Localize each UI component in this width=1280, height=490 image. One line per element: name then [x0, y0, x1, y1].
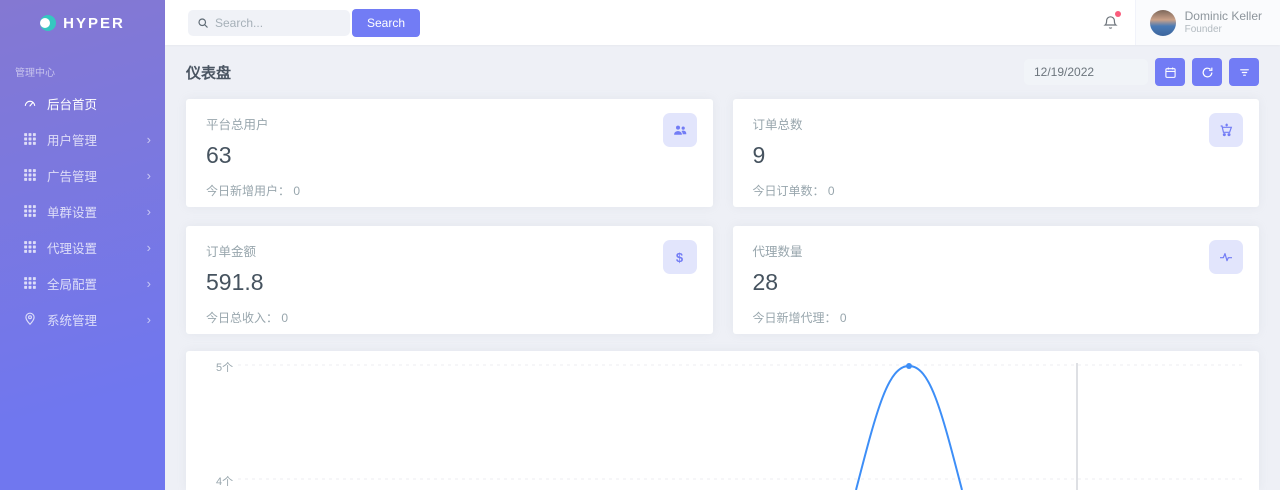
card-title: 平台总用户 — [206, 114, 693, 133]
sidebar-item-user-mgmt[interactable]: 用户管理 › — [0, 121, 165, 157]
page-title: 仪表盘 — [186, 62, 231, 83]
sidebar-item-label: 全局配置 — [47, 274, 97, 293]
filter-button[interactable] — [1229, 58, 1259, 86]
user-role: Founder — [1185, 24, 1262, 37]
refresh-icon — [1201, 66, 1214, 79]
card-title: 订单总数 — [753, 114, 1240, 133]
topbar: Search Dominic Keller Founder — [165, 0, 1280, 45]
calendar-button[interactable] — [1155, 58, 1185, 86]
refresh-button[interactable] — [1192, 58, 1222, 86]
filter-icon — [1238, 66, 1251, 79]
card-footer: 今日订单数： 0 — [753, 182, 1240, 199]
card-footer: 今日新增代理： 0 — [753, 309, 1240, 326]
search-input[interactable] — [215, 16, 341, 30]
logo-text: HYPER — [63, 15, 125, 32]
search-box — [188, 10, 350, 36]
card-foot-value: 0 — [828, 184, 835, 198]
grid-icon — [22, 204, 37, 219]
chevron-right-icon: › — [147, 277, 151, 290]
dollar-icon: $ — [663, 240, 697, 274]
stat-card-total-orders: 订单总数 9 今日订单数： 0 — [733, 99, 1260, 207]
card-title: 代理数量 — [753, 241, 1240, 260]
orders-chart[interactable]: 5个 4个 — [186, 351, 1259, 490]
card-value: 63 — [206, 142, 693, 169]
sidebar-item-label: 后台首页 — [47, 94, 97, 113]
series-line — [856, 366, 962, 490]
card-value: 28 — [753, 269, 1240, 296]
card-foot-value: 0 — [293, 184, 300, 198]
sidebar: HYPER 管理中心 后台首页 用户管理 › 广告管理 › 单群设置 › 代理设… — [0, 0, 165, 490]
grid-icon — [22, 276, 37, 291]
sidebar-item-system-mgmt[interactable]: 系统管理 › — [0, 301, 165, 337]
card-footer: 今日新增用户： 0 — [206, 182, 693, 199]
chevron-right-icon: › — [147, 205, 151, 218]
stat-card-total-users: 平台总用户 63 今日新增用户： 0 — [186, 99, 713, 207]
hyper-logo[interactable]: HYPER — [0, 0, 165, 46]
sidebar-item-label: 系统管理 — [47, 310, 97, 329]
notification-dot — [1115, 11, 1121, 17]
search-button[interactable]: Search — [352, 9, 420, 37]
sidebar-item-group-settings[interactable]: 单群设置 › — [0, 193, 165, 229]
chevron-right-icon: › — [147, 169, 151, 182]
avatar — [1150, 10, 1176, 36]
cart-icon — [1209, 113, 1243, 147]
stat-card-order-amount: 订单金额 591.8 今日总收入： 0 $ — [186, 226, 713, 334]
card-foot-value: 0 — [281, 311, 288, 325]
sidebar-item-label: 用户管理 — [47, 130, 97, 149]
card-value: 9 — [753, 142, 1240, 169]
sidebar-item-agent-settings[interactable]: 代理设置 › — [0, 229, 165, 265]
sidebar-item-label: 单群设置 — [47, 202, 97, 221]
chevron-right-icon: › — [147, 133, 151, 146]
calendar-icon — [1164, 66, 1177, 79]
pin-icon — [22, 312, 37, 327]
gauge-icon — [22, 96, 37, 111]
activity-icon — [1209, 240, 1243, 274]
card-foot-value: 0 — [840, 311, 847, 325]
sidebar-section-label: 管理中心 — [0, 46, 165, 85]
card-footer: 今日总收入： 0 — [206, 309, 693, 326]
grid-icon — [22, 168, 37, 183]
chart-canvas — [186, 351, 1259, 490]
user-name: Dominic Keller — [1185, 9, 1262, 24]
card-value: 591.8 — [206, 269, 693, 296]
sidebar-item-label: 广告管理 — [47, 166, 97, 185]
main-content: 仪表盘 平台总用户 63 今日新增用户： 0 订单总数 9 今日 — [165, 45, 1280, 490]
notifications-button[interactable] — [1087, 0, 1135, 45]
logo-icon — [40, 15, 56, 31]
grid-icon — [22, 240, 37, 255]
peak-marker — [906, 363, 912, 369]
card-title: 订单金额 — [206, 241, 693, 260]
user-profile[interactable]: Dominic Keller Founder — [1135, 0, 1280, 45]
sidebar-item-label: 代理设置 — [47, 238, 97, 257]
sidebar-item-global-config[interactable]: 全局配置 › — [0, 265, 165, 301]
grid-icon — [22, 132, 37, 147]
stat-card-agent-count: 代理数量 28 今日新增代理： 0 — [733, 226, 1260, 334]
sidebar-item-ad-mgmt[interactable]: 广告管理 › — [0, 157, 165, 193]
search-icon — [197, 17, 209, 29]
date-input[interactable] — [1024, 59, 1148, 85]
chevron-right-icon: › — [147, 313, 151, 326]
chevron-right-icon: › — [147, 241, 151, 254]
sidebar-item-dashboard[interactable]: 后台首页 — [0, 85, 165, 121]
users-icon — [663, 113, 697, 147]
